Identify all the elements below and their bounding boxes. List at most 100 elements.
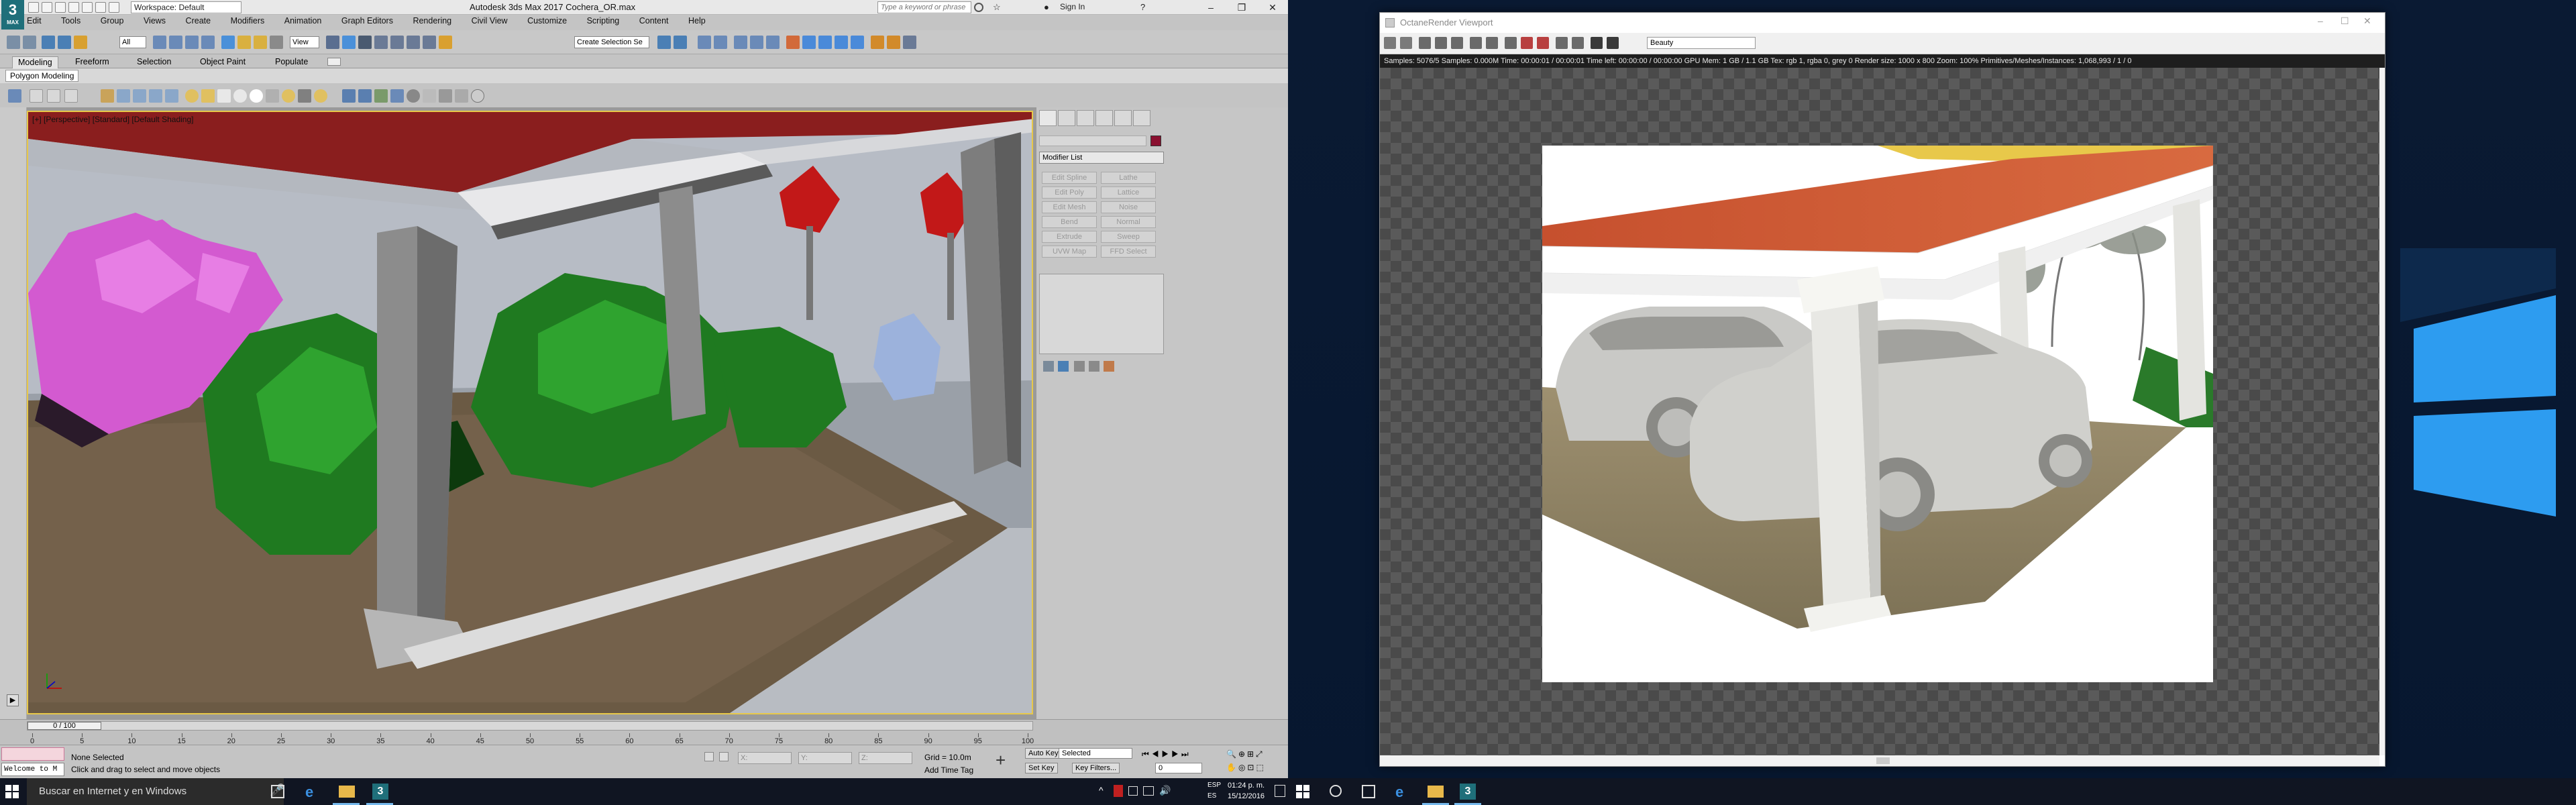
menu-scripting[interactable]: Scripting <box>587 16 620 25</box>
search-icon[interactable] <box>1330 785 1342 797</box>
time-slider[interactable]: 0 / 100 <box>27 721 1033 731</box>
polygon-modeling-button[interactable]: Polygon Modeling <box>5 70 79 82</box>
close-button[interactable]: ✕ <box>1257 0 1288 15</box>
user-icon[interactable]: ● <box>1044 2 1049 12</box>
modify-tab-icon[interactable] <box>1058 110 1075 126</box>
menu-civil-view[interactable]: Civil View <box>472 16 508 25</box>
layer-explorer-icon[interactable] <box>714 36 727 49</box>
tab-selection[interactable]: Selection <box>131 56 176 68</box>
foliage-icon[interactable] <box>374 89 388 103</box>
workspace-dropdown[interactable]: Workspace: Default <box>131 1 241 13</box>
auto-key-button[interactable]: Auto Key <box>1025 748 1062 759</box>
sphere-icon[interactable] <box>185 89 199 103</box>
mirror-icon[interactable] <box>657 36 671 49</box>
search-icon[interactable] <box>974 3 983 12</box>
hierarchy-tab-icon[interactable] <box>1077 110 1094 126</box>
maxscript-listener-mini[interactable] <box>1 747 64 761</box>
material-editor-icon[interactable] <box>786 36 800 49</box>
align-icon[interactable] <box>674 36 687 49</box>
maximize-button[interactable]: ❐ <box>1226 0 1257 15</box>
menu-views[interactable]: Views <box>144 16 166 25</box>
curve-editor-icon[interactable] <box>750 36 763 49</box>
show-end-result-icon[interactable] <box>1058 361 1069 372</box>
mod-edit-poly-button[interactable]: Edit Poly <box>1042 186 1097 199</box>
move-icon[interactable] <box>221 36 235 49</box>
start-button-2[interactable] <box>1296 785 1309 798</box>
isolate-icon[interactable] <box>704 752 714 761</box>
render-tool-1-icon[interactable] <box>1384 37 1396 49</box>
scale-icon[interactable] <box>254 36 267 49</box>
display-influences-icon[interactable] <box>64 89 78 103</box>
redo-icon[interactable] <box>82 2 93 13</box>
menu-help[interactable]: Help <box>688 16 706 25</box>
scene-explorer-toggle-icon[interactable] <box>8 89 21 103</box>
tray-expand-icon[interactable]: ^ <box>1099 785 1104 796</box>
project-folder-icon[interactable] <box>95 2 106 13</box>
mod-extrude-button[interactable]: Extrude <box>1042 231 1097 243</box>
render-tool-10-icon[interactable] <box>1556 37 1568 49</box>
select-manipulate-icon[interactable] <box>342 36 356 49</box>
render-tool-11-icon[interactable] <box>1572 37 1584 49</box>
percent-snap-icon[interactable] <box>407 36 420 49</box>
start-button[interactable] <box>5 785 19 798</box>
render-maximize-button[interactable]: ☐ <box>2341 15 2349 27</box>
pivot-center-icon[interactable] <box>326 36 339 49</box>
menu-tools[interactable]: Tools <box>61 16 80 25</box>
nurbs-icon[interactable] <box>358 89 372 103</box>
open-file-icon[interactable] <box>42 2 52 13</box>
configure-sets-icon[interactable] <box>1104 361 1114 372</box>
undo-icon[interactable] <box>68 2 79 13</box>
tab-modeling[interactable]: Modeling <box>12 56 58 68</box>
object-color-swatch[interactable] <box>1150 136 1161 146</box>
settings-gear-icon[interactable] <box>471 89 484 103</box>
set-key-button[interactable]: Set Key <box>1025 763 1058 773</box>
file-explorer-icon[interactable] <box>339 786 355 798</box>
selection-lock-icon[interactable] <box>719 752 729 761</box>
select-by-name-icon[interactable] <box>169 36 182 49</box>
viewport-label[interactable]: [+] [Perspective] [Standard] [Default Sh… <box>32 115 193 124</box>
render-canvas[interactable] <box>1380 68 2379 755</box>
rendered-frame-icon[interactable] <box>818 36 832 49</box>
layers-icon[interactable] <box>455 89 468 103</box>
redo-tool-icon[interactable] <box>23 36 36 49</box>
select-object-icon[interactable] <box>153 36 166 49</box>
save-image-icon[interactable] <box>1607 37 1619 49</box>
menu-customize[interactable]: Customize <box>527 16 567 25</box>
octane-settings-icon[interactable] <box>871 36 884 49</box>
display-children-icon[interactable] <box>47 89 60 103</box>
mod-bend-button[interactable]: Bend <box>1042 216 1097 228</box>
tool-d-icon[interactable] <box>149 89 162 103</box>
taskbar-search-box[interactable]: Buscar en Internet y en Windows <box>27 778 284 805</box>
tool-c-icon[interactable] <box>133 89 146 103</box>
camera-icon[interactable] <box>266 89 279 103</box>
viewport-nav-controls-2[interactable]: ✋◎⊡⬚ <box>1226 763 1266 772</box>
volume-icon[interactable]: 🔊 <box>1159 785 1171 796</box>
selected-dropdown[interactable]: Selected <box>1059 748 1132 759</box>
coord-y-field[interactable]: Y: <box>798 752 852 764</box>
render-tool-2-icon[interactable] <box>1400 37 1412 49</box>
playback-controls[interactable]: ⏮◀▶▶⏭ <box>1142 749 1191 759</box>
frame-field[interactable]: 0 <box>1155 763 1202 773</box>
add-time-tag[interactable]: Add Time Tag <box>924 765 973 775</box>
file-explorer-icon-2[interactable] <box>1428 786 1444 798</box>
sun-icon[interactable] <box>282 89 295 103</box>
hscroll-thumb[interactable] <box>1876 757 1890 764</box>
link-icon[interactable] <box>42 36 55 49</box>
menu-graph-editors[interactable]: Graph Editors <box>341 16 393 25</box>
3dsmax-taskbar-icon-2[interactable]: 3 <box>1460 784 1476 800</box>
task-view-icon[interactable] <box>271 785 284 798</box>
window-crossing-icon[interactable] <box>201 36 215 49</box>
render-setup-icon[interactable] <box>802 36 816 49</box>
display-tab-icon[interactable] <box>1114 110 1132 126</box>
coord-x-field[interactable]: X: <box>738 752 792 764</box>
mod-edit-mesh-button[interactable]: Edit Mesh <box>1042 201 1097 213</box>
mod-lattice-button[interactable]: Lattice <box>1101 186 1156 199</box>
toggle-ribbon-icon[interactable] <box>734 36 747 49</box>
edit-named-sel-icon[interactable] <box>439 36 452 49</box>
key-mode-plus-icon[interactable]: + <box>996 751 1006 769</box>
sign-in-button[interactable]: Sign In <box>1060 2 1085 11</box>
coord-z-field[interactable]: Z: <box>859 752 912 764</box>
language-indicator[interactable]: ESP ES <box>1208 780 1221 802</box>
play-sidebar-icon[interactable]: ▶ <box>7 694 19 706</box>
tab-populate[interactable]: Populate <box>270 56 313 68</box>
